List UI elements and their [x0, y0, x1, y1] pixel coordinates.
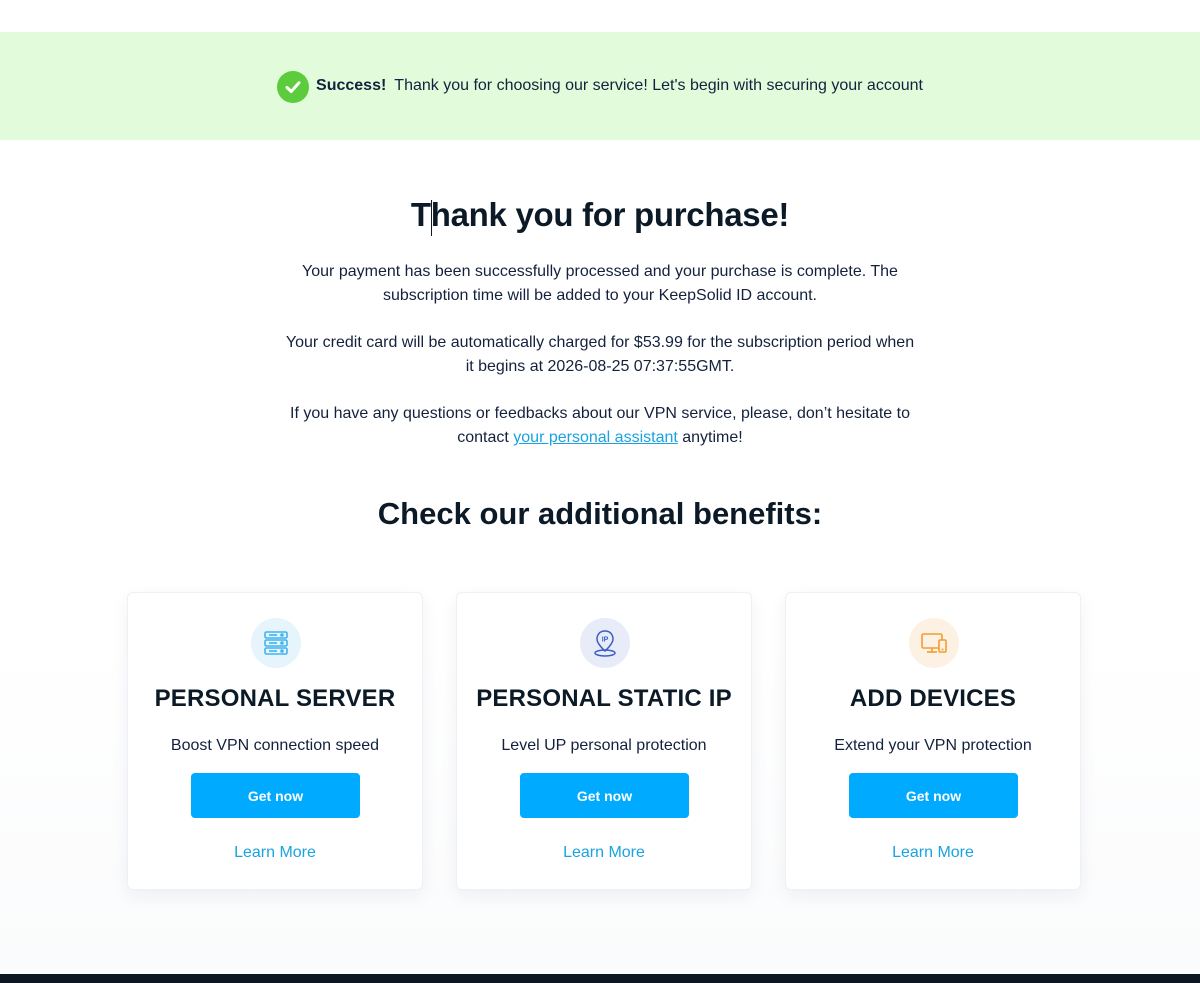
check-circle-icon	[277, 71, 310, 103]
learn-more-link[interactable]: Learn More	[457, 844, 751, 862]
benefit-card-personal-server: PERSONAL SERVER Boost VPN connection spe…	[127, 592, 423, 890]
card-description: Boost VPN connection speed	[170, 737, 380, 754]
benefit-card-personal-static-ip: IP PERSONAL STATIC IP Level UP personal …	[456, 592, 752, 890]
support-text-after: anytime!	[677, 429, 743, 446]
benefits-heading: Check our additional benefits:	[377, 496, 823, 531]
success-label: Success!	[316, 77, 387, 94]
learn-more-link[interactable]: Learn More	[786, 844, 1080, 862]
personal-assistant-link[interactable]: your personal assistant	[513, 429, 678, 446]
success-message: Thank you for choosing our service! Let'…	[394, 77, 923, 94]
main-content: Thank you for purchase! Your payment has…	[0, 140, 1200, 974]
get-now-button[interactable]: Get now	[849, 773, 1018, 818]
get-now-button[interactable]: Get now	[520, 773, 689, 818]
card-description: Level UP personal protection	[501, 737, 707, 754]
payment-confirmation-text: Your payment has been successfully proce…	[302, 263, 898, 304]
benefit-card-add-devices: ADD DEVICES Extend your VPN protection G…	[785, 592, 1081, 890]
ip-location-pin-icon: IP	[580, 618, 630, 668]
svg-text:IP: IP	[602, 637, 609, 644]
card-title: PERSONAL STATIC IP	[476, 685, 732, 712]
card-title: ADD DEVICES	[849, 685, 1017, 712]
footer	[0, 974, 1200, 983]
devices-icon	[909, 618, 959, 668]
billing-info-text: Your credit card will be automatically c…	[285, 334, 915, 375]
server-icon	[251, 618, 301, 668]
success-banner: Success! Thank you for choosing our serv…	[0, 32, 1200, 140]
learn-more-link[interactable]: Learn More	[128, 844, 422, 862]
card-description: Extend your VPN protection	[834, 737, 1032, 754]
page-title: Thank you for purchase!	[410, 196, 790, 233]
get-now-button[interactable]: Get now	[191, 773, 360, 818]
support-text: If you have any questions or feedbacks a…	[280, 402, 920, 450]
card-title: PERSONAL SERVER	[154, 685, 396, 712]
